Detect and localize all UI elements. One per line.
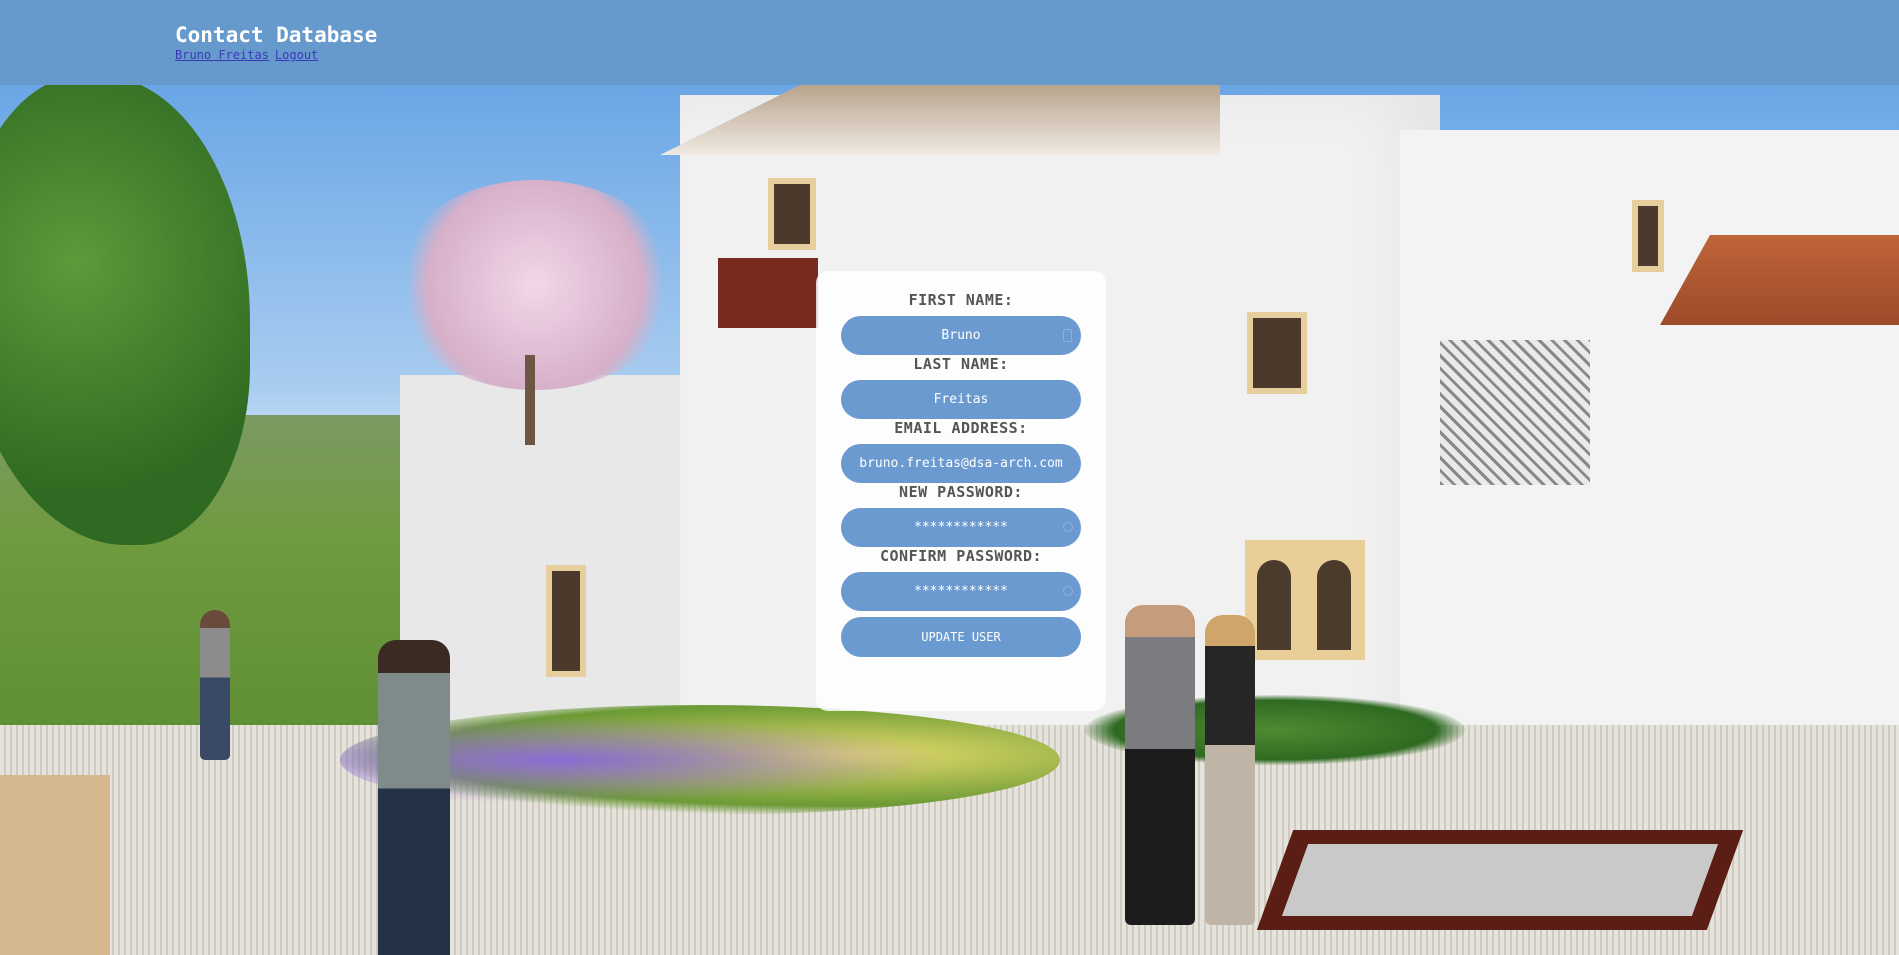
- key-icon: [1063, 586, 1073, 596]
- confirm-password-input[interactable]: [841, 572, 1081, 611]
- user-links: Bruno Freitas Logout: [175, 48, 324, 62]
- app-title: Contact Database: [175, 23, 378, 47]
- email-input[interactable]: [841, 444, 1081, 483]
- logout-link[interactable]: Logout: [275, 48, 318, 62]
- new-password-input[interactable]: [841, 508, 1081, 547]
- update-user-form: FIRST NAME: LAST NAME: EMAIL ADDRESS: NE…: [816, 271, 1106, 711]
- background-blossom-tree: [390, 180, 680, 390]
- background-fountain: [1256, 830, 1744, 930]
- key-icon: [1063, 522, 1073, 532]
- background-person: [200, 610, 230, 760]
- background-tree: [0, 85, 250, 545]
- background-window: [1632, 200, 1664, 272]
- top-header: Contact Database Bruno Freitas Logout: [0, 0, 1899, 85]
- background-balcony: [718, 258, 818, 328]
- background-person: [1125, 605, 1195, 925]
- new-password-label: NEW PASSWORD:: [899, 483, 1023, 501]
- background-lattice-wall: [1440, 340, 1590, 485]
- background-window: [546, 565, 586, 677]
- id-card-icon: [1063, 329, 1072, 342]
- confirm-password-label: CONFIRM PASSWORD:: [879, 547, 1043, 565]
- first-name-input[interactable]: [841, 316, 1081, 355]
- background-person: [1205, 615, 1255, 925]
- last-name-label: LAST NAME:: [913, 355, 1009, 373]
- user-profile-link[interactable]: Bruno Freitas: [175, 48, 269, 62]
- first-name-label: FIRST NAME:: [908, 291, 1014, 309]
- last-name-input[interactable]: [841, 380, 1081, 419]
- update-user-button[interactable]: UPDATE USER: [841, 617, 1081, 657]
- background-person: [378, 640, 450, 955]
- email-label: EMAIL ADDRESS:: [894, 419, 1028, 437]
- background-arched-door: [1245, 540, 1365, 660]
- background-path: [0, 775, 110, 955]
- background-window: [1247, 312, 1307, 394]
- background-window: [768, 178, 816, 250]
- background-tree-trunk: [525, 355, 535, 445]
